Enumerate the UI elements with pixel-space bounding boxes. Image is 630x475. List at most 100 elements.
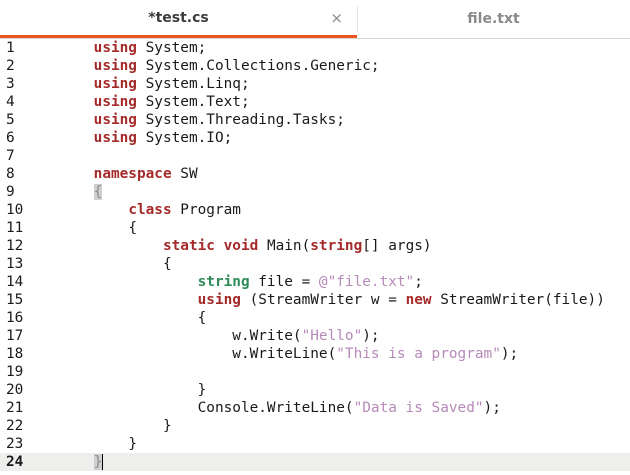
code-token: Program — [171, 202, 241, 218]
code-token: System.IO; — [136, 130, 233, 146]
code-token: file = — [249, 274, 319, 290]
keyword-token: namespace — [93, 166, 172, 182]
code-line[interactable]: 13 { — [0, 255, 630, 273]
code-text: } — [50, 435, 137, 453]
line-number: 18 — [6, 346, 24, 362]
string-token: "Data is Saved" — [353, 400, 484, 416]
code-text: using System.IO; — [50, 129, 233, 147]
code-token: } — [197, 382, 207, 398]
code-line[interactable]: 8 namespace SW — [0, 165, 630, 183]
code-line[interactable]: 22 } — [0, 417, 630, 435]
line-number: 14 — [6, 274, 24, 290]
tab-file-txt[interactable]: file.txt — [357, 0, 630, 38]
keyword-token: using — [93, 40, 137, 56]
keyword-token: static — [162, 238, 215, 254]
text-cursor — [102, 454, 104, 470]
tab-test-cs[interactable]: *test.cs × — [0, 0, 357, 38]
code-text: using System.Collections.Generic; — [50, 57, 380, 75]
tab-label: *test.cs — [148, 9, 209, 26]
code-text: string file = @"file.txt"; — [50, 273, 423, 291]
line-number: 17 — [6, 328, 24, 344]
code-line[interactable]: 9 { — [0, 183, 630, 201]
keyword-token: string — [310, 238, 363, 254]
keyword-token: void — [223, 238, 259, 254]
code-token: (StreamWriter w = — [240, 292, 406, 308]
code-text: Console.WriteLine("Data is Saved"); — [50, 399, 501, 417]
line-number: 2 — [6, 58, 15, 74]
code-text: } — [50, 381, 207, 399]
line-number: 8 — [6, 166, 15, 182]
line-number: 24 — [6, 454, 24, 470]
code-line[interactable]: 15 using (StreamWriter w = new StreamWri… — [0, 291, 630, 309]
code-token: System.Text; — [136, 94, 250, 110]
line-number: 16 — [6, 310, 24, 326]
code-token: System.Threading.Tasks; — [136, 112, 345, 128]
matched-brace: { — [93, 184, 103, 200]
code-token: { — [162, 256, 172, 272]
code-line[interactable]: 11 { — [0, 219, 630, 237]
line-number: 3 — [6, 76, 15, 92]
code-line[interactable]: 16 { — [0, 309, 630, 327]
code-token: System.Linq; — [136, 76, 250, 92]
code-text: using System.Threading.Tasks; — [50, 111, 345, 129]
code-token: { — [128, 220, 137, 236]
code-token: { — [197, 310, 207, 326]
close-icon[interactable]: × — [330, 9, 343, 27]
keyword-token: using — [93, 76, 137, 92]
line-number: 23 — [6, 436, 24, 452]
code-token: System.Collections.Generic; — [136, 58, 380, 74]
keyword-token: using — [93, 58, 137, 74]
code-line[interactable]: 18 w.WriteLine("This is a program"); — [0, 345, 630, 363]
code-text: } — [50, 453, 104, 471]
code-line[interactable]: 6 using System.IO; — [0, 129, 630, 147]
code-token: SW — [171, 166, 198, 182]
line-number: 22 — [6, 418, 24, 434]
line-number: 1 — [6, 40, 15, 56]
code-line[interactable]: 7 — [0, 147, 630, 165]
code-line[interactable]: 17 w.Write("Hello"); — [0, 327, 630, 345]
code-token: System; — [136, 40, 207, 56]
code-text: using System; — [50, 39, 207, 57]
code-text: namespace SW — [50, 165, 198, 183]
keyword-token: using — [197, 292, 241, 308]
code-line[interactable]: 23 } — [0, 435, 630, 453]
code-text: static void Main(string[] args) — [50, 237, 432, 255]
code-line[interactable]: 10 class Program — [0, 201, 630, 219]
line-number: 12 — [6, 238, 24, 254]
code-line[interactable]: 4 using System.Text; — [0, 93, 630, 111]
code-line[interactable]: 24 } — [0, 453, 630, 471]
code-line[interactable]: 21 Console.WriteLine("Data is Saved"); — [0, 399, 630, 417]
code-line[interactable]: 12 static void Main(string[] args) — [0, 237, 630, 255]
code-text: w.Write("Hello"); — [50, 327, 379, 345]
line-number: 7 — [6, 148, 15, 164]
code-token: w.Write( — [232, 328, 302, 344]
code-line[interactable]: 1 using System; — [0, 39, 630, 57]
code-line[interactable]: 19 — [0, 363, 630, 381]
code-line[interactable]: 3 using System.Linq; — [0, 75, 630, 93]
line-number: 4 — [6, 94, 15, 110]
code-text: using System.Linq; — [50, 75, 250, 93]
code-line[interactable]: 14 string file = @"file.txt"; — [0, 273, 630, 291]
code-line[interactable]: 2 using System.Collections.Generic; — [0, 57, 630, 75]
type-token: string — [197, 274, 250, 290]
code-token: Main( — [258, 238, 311, 254]
code-editor[interactable]: 1 using System; 2 using System.Collection… — [0, 39, 630, 475]
code-line[interactable]: 5 using System.Threading.Tasks; — [0, 111, 630, 129]
line-number: 13 — [6, 256, 24, 272]
string-token: "Hello" — [301, 328, 363, 344]
code-line[interactable]: 20 } — [0, 381, 630, 399]
